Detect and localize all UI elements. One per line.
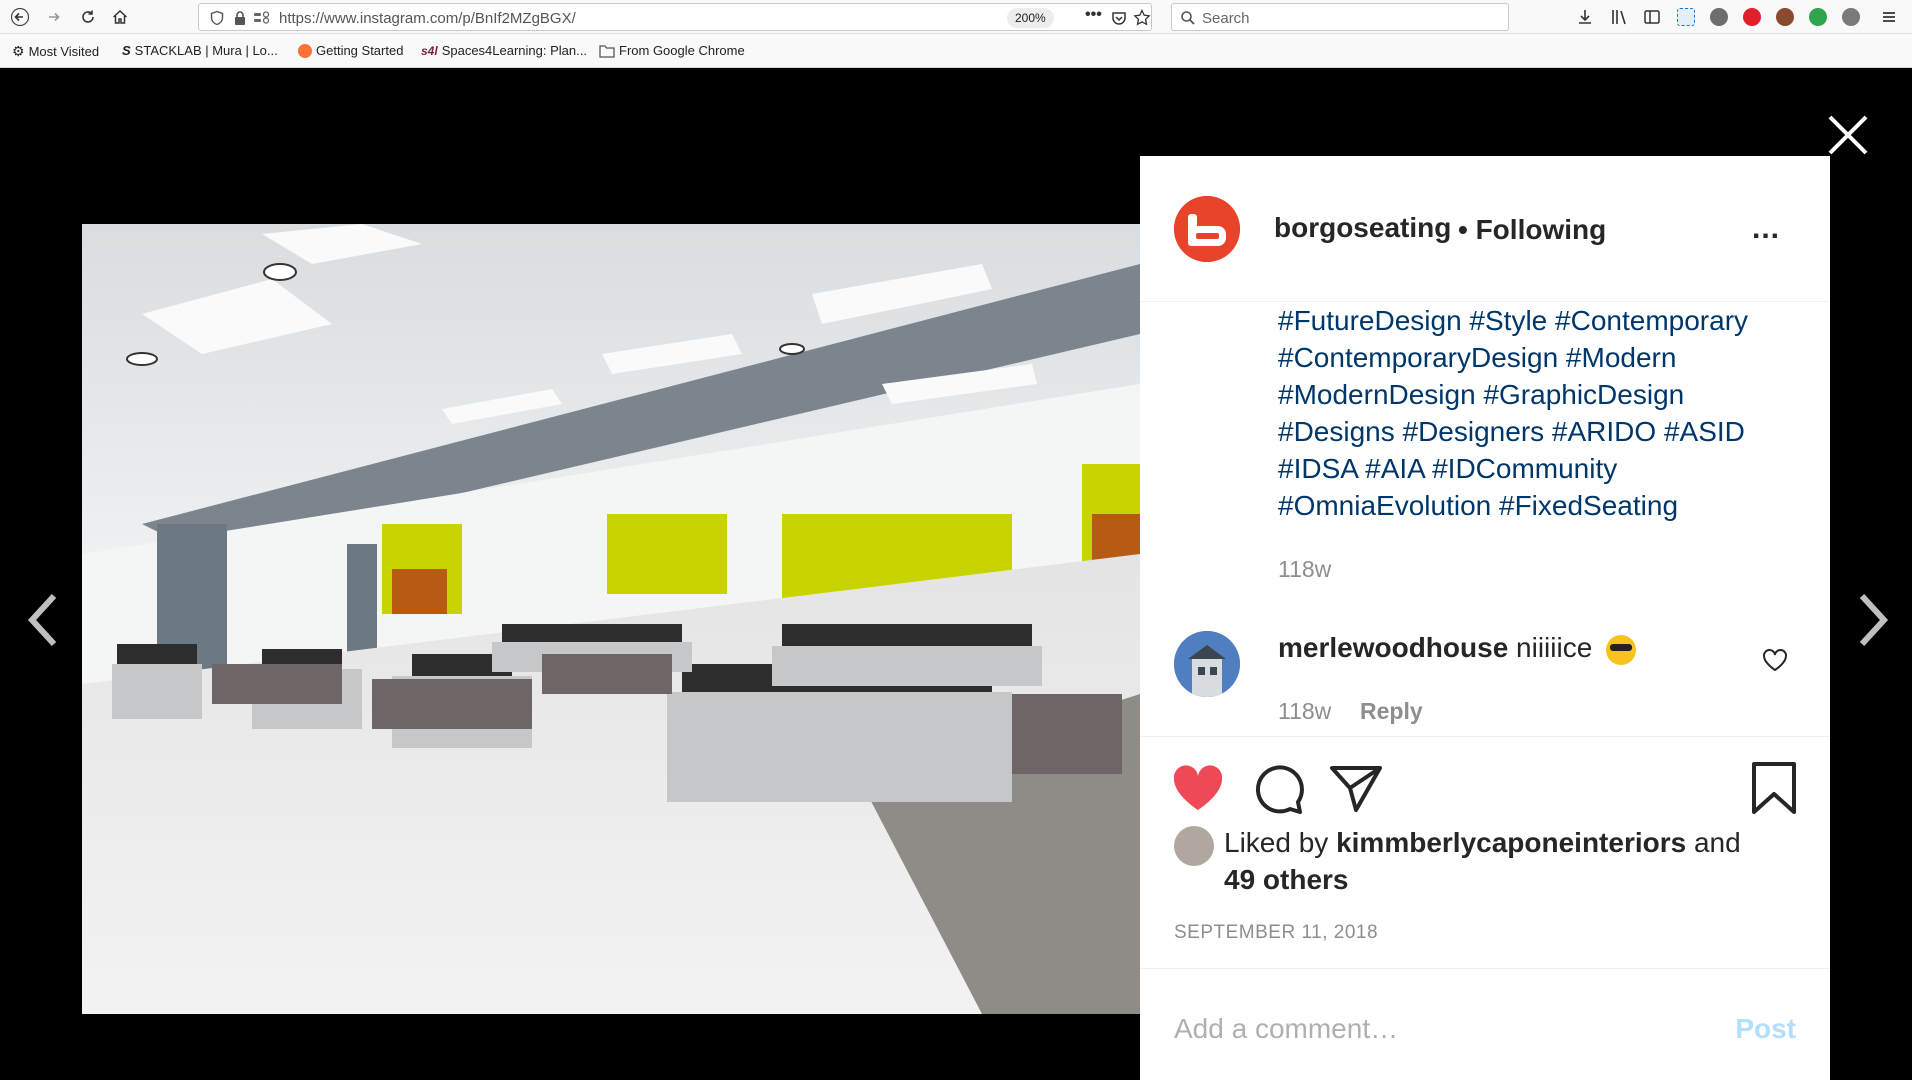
reply-button[interactable]: Reply (1360, 698, 1423, 725)
download-icon[interactable] (1576, 8, 1594, 26)
save-bookmark-icon[interactable] (1746, 762, 1802, 814)
more-options-icon[interactable]: ... (1752, 212, 1780, 246)
forward-button[interactable] (40, 3, 68, 31)
liked-by-and: and (1693, 827, 1741, 858)
bookmark-label: Spaces4Learning: Plan... (441, 43, 587, 58)
liked-by-user[interactable]: kimmberlycaponeinteriors (1336, 827, 1686, 858)
comment-body: niiiiice (1516, 632, 1593, 663)
back-button[interactable] (6, 3, 34, 31)
comment-like-heart-icon[interactable] (1762, 648, 1788, 672)
house-photo-icon (1174, 631, 1240, 697)
extension-gray-icon[interactable] (1710, 8, 1728, 26)
gear-icon: ⚙ (12, 43, 25, 59)
post-date[interactable]: SEPTEMBER 11, 2018 (1174, 922, 1378, 944)
bookmark-star-icon[interactable] (1133, 9, 1151, 27)
extension-green-check-icon[interactable] (1809, 8, 1827, 26)
url-bar[interactable]: https://www.instagram.com/p/BnIf2MZgBGX/… (198, 3, 1152, 31)
sunglasses-emoji-icon (1606, 634, 1637, 665)
reload-button[interactable] (74, 3, 102, 31)
actions-divider (1140, 736, 1830, 737)
hamburger-menu-icon[interactable] (1880, 8, 1898, 26)
liked-by-prefix: Liked by (1224, 827, 1329, 858)
commenter-avatar[interactable] (1174, 631, 1240, 697)
folder-icon (599, 44, 615, 58)
borgo-logo-icon (1174, 196, 1240, 262)
home-icon (112, 9, 128, 24)
browser-toolbar: https://www.instagram.com/p/BnIf2MZgBGX/… (0, 0, 1912, 34)
post-image[interactable] (82, 224, 1140, 1014)
extension-w-icon[interactable] (1842, 8, 1860, 26)
zoom-indicator[interactable]: 200% (1007, 8, 1054, 28)
extension-n-icon[interactable] (1677, 8, 1695, 26)
comment-text: merlewoodhouse niiiiice (1278, 632, 1637, 665)
url-text[interactable]: https://www.instagram.com/p/BnIf2MZgBGX/ (279, 10, 576, 27)
commenter-username[interactable]: merlewoodhouse (1278, 632, 1508, 663)
bookmark-label: STACKLAB | Mura | Lo... (134, 43, 278, 58)
firefox-icon (298, 43, 312, 58)
search-icon (1181, 11, 1195, 25)
caption-line[interactable]: #ContemporaryDesign #Modern (1278, 339, 1798, 376)
library-icon[interactable] (1610, 8, 1628, 26)
back-arrow-icon (11, 8, 29, 26)
following-button[interactable]: • Following (1458, 214, 1606, 246)
s4l-logo-icon: s4l (421, 43, 438, 58)
liked-by-others[interactable]: 49 others (1224, 864, 1349, 895)
bookmark-label: From Google Chrome (619, 43, 745, 58)
extension-avatar-icon[interactable] (1776, 8, 1794, 26)
bookmark-label: Getting Started (316, 43, 404, 58)
avatar[interactable] (1174, 196, 1240, 262)
caption-timestamp[interactable]: 118w (1278, 556, 1331, 583)
auditorium-photo (82, 224, 1140, 1014)
caption-line[interactable]: #ModernDesign #GraphicDesign (1278, 376, 1798, 413)
caption-line[interactable]: #IDSA #AIA #IDCommunity (1278, 450, 1798, 487)
search-placeholder: Search (1202, 10, 1250, 27)
post-caption: #FutureDesign #Style #Contemporary #Cont… (1278, 302, 1798, 524)
caption-line[interactable]: #OmniaEvolution #FixedSeating (1278, 487, 1798, 524)
add-comment-input[interactable]: Add a comment… (1174, 1013, 1398, 1045)
next-arrow-icon[interactable] (1852, 590, 1892, 650)
comment-bubble-icon[interactable] (1250, 762, 1306, 814)
liked-by-text: Liked by kimmberlycaponeinteriors and 49… (1224, 824, 1804, 898)
post-username[interactable]: borgoseating (1274, 212, 1451, 244)
sidebar-icon[interactable] (1643, 8, 1661, 26)
post-details-panel: borgoseating • Following ... #FutureDesi… (1140, 156, 1830, 1080)
caption-line[interactable]: #FutureDesign #Style #Contemporary (1278, 302, 1798, 339)
bookmark-label: Most Visited (28, 44, 100, 59)
post-comment-button[interactable]: Post (1735, 1013, 1796, 1045)
s-logo-icon: S (122, 43, 131, 58)
permissions-icon[interactable] (253, 10, 271, 26)
bookmark-spaces4learning[interactable]: s4l Spaces4Learning: Plan... (421, 43, 587, 58)
reload-icon (82, 10, 94, 23)
liker-avatar[interactable] (1174, 826, 1214, 866)
share-paper-plane-icon[interactable] (1328, 762, 1384, 814)
like-heart-icon[interactable] (1170, 762, 1226, 814)
extension-red-icon[interactable] (1743, 8, 1761, 26)
add-comment-bar: Add a comment… Post (1140, 968, 1830, 1080)
bookmark-getting-started[interactable]: Getting Started (298, 43, 403, 58)
caption-line[interactable]: #Designs #Designers #ARIDO #ASID (1278, 413, 1798, 450)
post-header: borgoseating • Following ... (1140, 156, 1830, 302)
search-bar[interactable]: Search (1171, 3, 1509, 31)
previous-arrow-icon[interactable] (24, 590, 64, 650)
page-actions-icon[interactable]: ••• (1085, 6, 1102, 24)
bookmark-from-google-chrome[interactable]: From Google Chrome (599, 43, 745, 58)
bookmark-most-visited[interactable]: ⚙ Most Visited (12, 43, 99, 60)
bookmark-stacklab[interactable]: S STACKLAB | Mura | Lo... (122, 43, 278, 58)
bookmarks-bar: ⚙ Most Visited S STACKLAB | Mura | Lo...… (0, 34, 1912, 68)
lock-icon[interactable] (233, 10, 247, 26)
close-icon[interactable] (1826, 113, 1870, 157)
pocket-icon[interactable] (1111, 10, 1127, 26)
forward-arrow-icon (49, 12, 60, 22)
shield-icon[interactable] (209, 10, 225, 26)
comment-timestamp[interactable]: 118w (1278, 698, 1331, 725)
home-button[interactable] (106, 3, 134, 31)
